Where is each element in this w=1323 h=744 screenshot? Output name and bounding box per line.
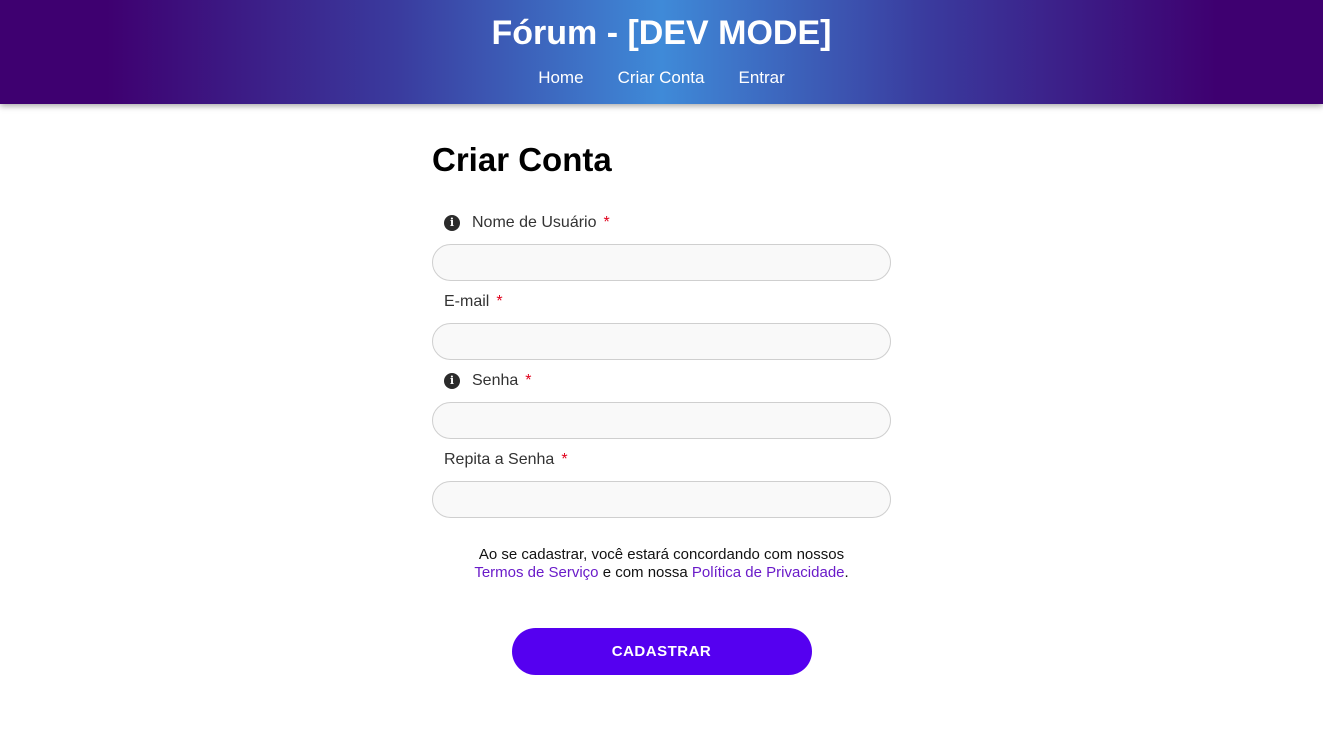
email-field-group: E-mail * (432, 291, 891, 360)
required-asterisk: * (496, 293, 503, 310)
email-label-text: E-mail (444, 293, 490, 310)
signup-form: i Nome de Usuário * E-mail * i Senha * R (432, 212, 891, 675)
repeat-password-field-group: Repita a Senha * (432, 449, 891, 518)
signup-form-container: Criar Conta i Nome de Usuário * E-mail *… (432, 140, 891, 675)
username-field-group: i Nome de Usuário * (432, 212, 891, 281)
email-label: E-mail * (432, 291, 891, 313)
password-label-text: Senha (472, 372, 519, 389)
terms-text-before: Ao se cadastrar, você estará concordando… (478, 546, 845, 563)
nav-home[interactable]: Home (538, 66, 583, 90)
repeat-password-label-text: Repita a Senha (444, 451, 555, 468)
nav-criar-conta[interactable]: Criar Conta (618, 66, 705, 90)
username-label: i Nome de Usuário * (432, 212, 891, 234)
repeat-password-input[interactable] (432, 481, 891, 518)
required-asterisk: * (525, 372, 532, 389)
terms-notice: Ao se cadastrar, você estará concordando… (432, 546, 891, 582)
info-icon[interactable]: i (444, 373, 460, 389)
privacy-policy-link[interactable]: Política de Privacidade (692, 564, 845, 581)
repeat-password-label: Repita a Senha * (432, 449, 891, 471)
submit-wrap: CADASTRAR (432, 628, 891, 675)
password-field-group: i Senha * (432, 370, 891, 439)
page-title: Criar Conta (432, 141, 612, 178)
username-label-text: Nome de Usuário (472, 214, 597, 231)
main-nav: Home Criar Conta Entrar (0, 66, 1323, 90)
info-icon[interactable]: i (444, 215, 460, 231)
password-input[interactable] (432, 402, 891, 439)
required-asterisk: * (603, 214, 610, 231)
terms-of-service-link[interactable]: Termos de Serviço (474, 564, 598, 581)
email-input[interactable] (432, 323, 891, 360)
terms-text-end: . (844, 564, 849, 581)
nav-entrar[interactable]: Entrar (738, 66, 784, 90)
submit-button[interactable]: CADASTRAR (511, 628, 812, 675)
required-asterisk: * (561, 451, 568, 468)
terms-text-middle: e com nossa (598, 564, 692, 581)
password-label: i Senha * (432, 370, 891, 392)
username-input[interactable] (432, 244, 891, 281)
site-header: Fórum - [DEV MODE] Home Criar Conta Entr… (0, 0, 1323, 104)
site-title: Fórum - [DEV MODE] (491, 14, 832, 52)
